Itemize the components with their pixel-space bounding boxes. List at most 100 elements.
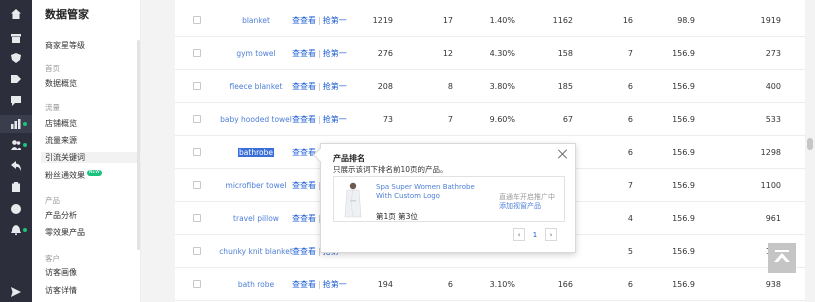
- sidebar-item[interactable]: 商家星等级: [45, 40, 141, 51]
- table-row: gym towel 查查看 | 抢第一 276 12 4.30% 158 7 156.9 273: [175, 37, 805, 70]
- notification-dot: [23, 122, 27, 126]
- cell-c6: 156.9: [672, 82, 695, 91]
- view-link[interactable]: 查查看: [292, 15, 316, 26]
- sidebar-item[interactable]: 数据概览: [45, 78, 141, 89]
- keyword-text: microfiber towel: [225, 181, 287, 190]
- sidebar-item[interactable]: 访客详情: [45, 285, 141, 296]
- row-checkbox[interactable]: [193, 115, 201, 123]
- product-name-link[interactable]: Spa Super Women Bathrobe With Custom Log…: [376, 183, 488, 201]
- sidebar-title: 数据管家: [45, 8, 89, 21]
- rail-tag-button[interactable]: [0, 71, 32, 89]
- share-icon: [11, 161, 21, 171]
- product-thumbnail[interactable]: [336, 179, 370, 219]
- view-link[interactable]: 查查看: [292, 81, 316, 92]
- chat-icon: [11, 96, 21, 106]
- table-row: blanket 查查看 | 抢第一 1219 17 1.40% 1162 16 98.9 1919: [175, 4, 805, 37]
- add-showcase-link[interactable]: 添加视窗产品: [499, 201, 541, 211]
- view-link[interactable]: 查查看: [292, 213, 316, 224]
- view-link[interactable]: 查查看: [292, 246, 316, 257]
- back-to-top-button[interactable]: [768, 243, 796, 273]
- cell-c5: 7: [627, 49, 633, 58]
- row-checkbox[interactable]: [193, 247, 201, 255]
- new-badge: NEW: [87, 170, 102, 176]
- rail-chart-button[interactable]: [0, 115, 32, 133]
- row-checkbox[interactable]: [193, 181, 201, 189]
- rail-compass-button[interactable]: [0, 200, 32, 218]
- clipboard-icon: [12, 182, 20, 192]
- notification-dot: [23, 143, 27, 147]
- cell-c6: 156.9: [672, 214, 695, 223]
- cell-c1: 208: [377, 82, 393, 91]
- sidebar-item[interactable]: 店铺概览: [45, 118, 141, 129]
- view-link[interactable]: 查查看: [292, 114, 316, 125]
- view-link[interactable]: 查查看: [292, 48, 316, 59]
- product-card: Spa Super Women Bathrobe With Custom Log…: [333, 176, 565, 222]
- rail-clipboard-button[interactable]: [0, 178, 32, 196]
- divider: |: [318, 82, 321, 91]
- popup-subtitle: 只展示该词下排名前10页的产品。: [333, 165, 448, 174]
- row-checkbox[interactable]: [193, 49, 201, 57]
- cell-c1: 73: [382, 115, 393, 124]
- rail-send-button[interactable]: [0, 283, 32, 301]
- sidebar-item[interactable]: 流量来源: [45, 135, 141, 146]
- sidebar-item-label: 引流关键词: [45, 153, 85, 162]
- row-checkbox[interactable]: [193, 280, 201, 288]
- keyword-text: gym towel: [236, 49, 276, 58]
- cell-c5: 6: [627, 148, 633, 157]
- sidebar-item[interactable]: 引流关键词: [41, 152, 141, 163]
- cell-c3: 9.60%: [489, 115, 515, 124]
- row-checkbox[interactable]: [193, 214, 201, 222]
- sidebar-item[interactable]: 零效果产品: [45, 227, 141, 238]
- cell-c2: 8: [447, 82, 453, 91]
- rail-people-button[interactable]: [0, 136, 32, 154]
- cell-c2: 17: [442, 16, 453, 25]
- rail-archive-button[interactable]: [0, 29, 32, 47]
- divider: |: [318, 280, 321, 289]
- cell-c7: 400: [765, 82, 781, 91]
- row-checkbox[interactable]: [193, 16, 201, 24]
- compass-icon: [11, 204, 21, 214]
- sidebar-scrollbar[interactable]: [137, 40, 140, 250]
- row-checkbox[interactable]: [193, 148, 201, 156]
- cell-c7: 1298: [760, 148, 781, 157]
- close-icon[interactable]: [558, 149, 568, 159]
- sidebar-item[interactable]: 访客画像: [45, 267, 141, 278]
- sidebar: 数据管家 商家星等级首页数据概览流量店铺概览流量来源引流关键词粉丝通效果 NEW 产…: [32, 0, 141, 302]
- view-link[interactable]: 查查看: [292, 180, 316, 191]
- sidebar-item-label: 访客画像: [45, 268, 77, 277]
- view-link[interactable]: 查查看: [292, 279, 316, 290]
- sidebar-item-label: 店铺概览: [45, 119, 77, 128]
- shield-icon: [11, 53, 21, 63]
- current-page[interactable]: 1: [528, 228, 542, 241]
- cell-c4: 67: [562, 115, 573, 124]
- sidebar-item-label: 首页: [45, 64, 60, 73]
- cell-c5: 7: [627, 181, 633, 190]
- view-link[interactable]: 查查看: [292, 147, 316, 158]
- rail-bell-button[interactable]: [0, 221, 32, 239]
- prev-page-button[interactable]: ‹: [513, 228, 525, 241]
- cell-c4: 166: [557, 280, 573, 289]
- divider: |: [318, 16, 321, 25]
- sidebar-item-label: 产品: [45, 196, 60, 205]
- sidebar-group-label: 客户: [45, 253, 60, 264]
- cell-c6: 156.9: [672, 247, 695, 256]
- table-row: bath robe 查查看 | 抢第一 194 6 3.10% 166 6 156.9 938: [175, 268, 805, 301]
- main-scrollbar[interactable]: [805, 0, 815, 302]
- sidebar-item[interactable]: 粉丝通效果 NEW: [45, 170, 141, 181]
- cell-c7: 961: [765, 214, 781, 223]
- main-scrollbar-thumb[interactable]: [807, 138, 813, 150]
- arrow-up-icon: [774, 250, 790, 262]
- cell-c6: 156.9: [672, 49, 695, 58]
- cell-c5: 6: [627, 115, 633, 124]
- product-rank-popup: 产品排名 只展示该词下排名前10页的产品。 Spa Super Women Ba…: [312, 143, 576, 253]
- rail-shield-button[interactable]: [0, 49, 32, 67]
- sidebar-item[interactable]: 产品分析: [45, 210, 141, 221]
- rail-share-button[interactable]: [0, 157, 32, 175]
- sidebar-item-label: 访客详情: [45, 286, 77, 295]
- row-checkbox[interactable]: [193, 82, 201, 90]
- sidebar-group-label: 流量: [45, 102, 60, 113]
- rail-home-button[interactable]: [0, 5, 32, 23]
- rail-chat-button[interactable]: [0, 92, 32, 110]
- next-page-button[interactable]: ›: [545, 228, 557, 241]
- sidebar-item-label: 数据概览: [45, 79, 77, 88]
